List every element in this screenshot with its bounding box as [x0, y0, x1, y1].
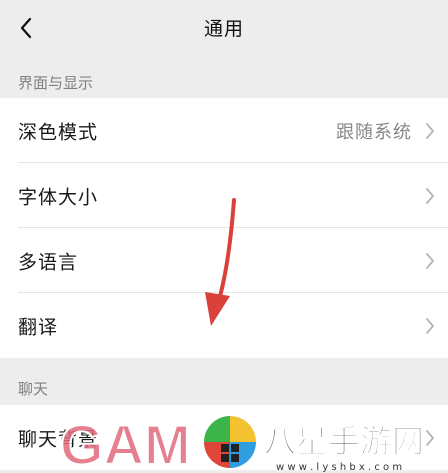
dark-mode-row[interactable]: 深色模式 跟随系统	[0, 98, 448, 163]
settings-group-chat: 聊天背景	[0, 405, 448, 470]
settings-group-display: 深色模式 跟随系统 字体大小 多语言 翻译	[0, 98, 448, 358]
chevron-right-icon	[426, 187, 434, 204]
row-label: 多语言	[18, 251, 79, 273]
section-header-chat: 聊天	[18, 380, 49, 398]
row-label: 聊天背景	[18, 428, 99, 450]
translate-row[interactable]: 翻译	[0, 293, 448, 358]
page-title: 通用	[203, 18, 244, 40]
chevron-right-icon	[426, 317, 434, 334]
chevron-right-icon	[426, 122, 434, 139]
chevron-right-icon	[426, 429, 434, 446]
row-label: 翻译	[18, 316, 59, 338]
font-size-row[interactable]: 字体大小	[0, 163, 448, 228]
section-header-display: 界面与显示	[18, 74, 94, 92]
chat-background-row[interactable]: 聊天背景	[0, 405, 448, 470]
row-label: 字体大小	[18, 186, 99, 208]
chevron-right-icon	[426, 252, 434, 269]
row-value: 跟随系统	[336, 121, 412, 143]
top-navbar: 通用	[0, 0, 448, 58]
language-row[interactable]: 多语言	[0, 228, 448, 293]
row-label: 深色模式	[18, 121, 99, 143]
